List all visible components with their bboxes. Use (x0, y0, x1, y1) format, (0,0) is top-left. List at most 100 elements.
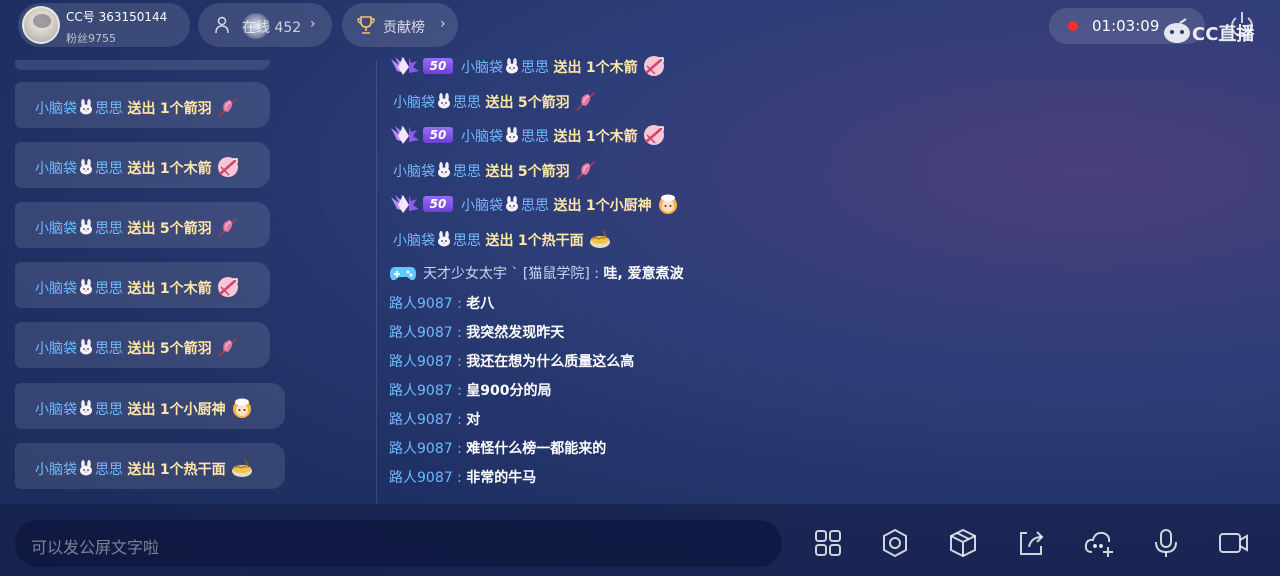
little-chef-gift-icon (230, 397, 254, 419)
bunny-icon (504, 58, 520, 74)
fans-count: 粉丝9755 (66, 32, 116, 45)
bunny-icon (436, 93, 452, 109)
sender-name-suffix: 思思 (453, 164, 481, 180)
arrow-feather-gift-icon (574, 159, 598, 181)
chat-gift-row: 小脑袋 思思 送出 5个箭羽 (393, 90, 598, 114)
chat-message-row: 路人9087 : 我还在想为什么质量这么高 (389, 351, 634, 375)
chat-message-row: 路人9087 : 老八 (389, 293, 494, 317)
sender-name: 小脑袋 (35, 281, 77, 297)
chat-username[interactable]: 路人9087 : (389, 354, 462, 370)
gift-action: 送出 (127, 101, 156, 117)
gift-action: 送出 (485, 95, 514, 111)
gift-action: 送出 (553, 60, 582, 76)
sender-name-suffix: 思思 (95, 462, 123, 478)
sender-name-suffix: 思思 (95, 101, 123, 117)
trophy-icon (357, 16, 375, 34)
gift-quantity: 1个木箭 (585, 129, 638, 145)
chat-message-row: 路人9087 : 皇900分的局 (389, 380, 551, 404)
hot-noodles-gift-icon (230, 457, 254, 479)
gift-action: 送出 (127, 341, 156, 357)
sender-name-suffix: 思思 (95, 281, 123, 297)
level-badge: 50 (389, 124, 453, 146)
arrow-feather-gift-icon (216, 96, 240, 118)
apps-icon[interactable] (812, 527, 844, 559)
live-timer: 01:03:09 (1092, 17, 1160, 35)
cloud-add-icon[interactable] (1083, 527, 1115, 559)
chat-username[interactable]: 路人9087 : (389, 470, 462, 486)
gift-feed-item: 小脑袋 思思 送出 1个热干面 (15, 443, 285, 489)
gift-feed-item: 小脑袋 思思 送出 1个木箭 (15, 142, 270, 188)
chat-username[interactable]: 路人9087 : (389, 296, 462, 312)
sender-name: 小脑袋 (35, 221, 77, 237)
host-avatar[interactable] (22, 6, 60, 44)
gift-quantity: 1个热干面 (159, 462, 226, 478)
sender-name-suffix: 思思 (453, 95, 481, 111)
sender-name: 小脑袋 (35, 161, 77, 177)
badge-level: 50 (423, 196, 453, 212)
bunny-icon (504, 196, 520, 212)
gift-quantity: 1个小厨神 (159, 402, 226, 418)
chat-message-text: 我突然发现昨天 (466, 325, 565, 341)
sender-name-suffix: 思思 (95, 221, 123, 237)
contribution-rank-pill[interactable]: 贡献榜 › (342, 3, 458, 47)
chat-system-row: 天才少女太宇 ` [猫鼠学院] : 哇, 爱意煮波 (389, 262, 684, 286)
gift-action: 送出 (485, 164, 514, 180)
settings-icon[interactable] (879, 527, 911, 559)
camera-icon[interactable] (1217, 527, 1249, 559)
chat-gift-row: 小脑袋 思思 送出 1个热干面 (393, 228, 612, 252)
wooden-arrow-gift-icon (642, 55, 666, 77)
bunny-icon (436, 231, 452, 247)
bunny-icon (504, 127, 520, 143)
host-info-pill[interactable]: CC号 363150144 粉丝9755 (18, 3, 190, 47)
gift-action: 送出 (127, 281, 156, 297)
mic-icon[interactable] (1150, 527, 1182, 559)
gift-quantity: 5个箭羽 (517, 164, 570, 180)
sender-name: 小脑袋 (393, 233, 435, 249)
share-icon[interactable] (1015, 527, 1047, 559)
system-message: 哇, 爱意煮波 (603, 266, 684, 282)
gift-action: 送出 (127, 462, 156, 478)
gift-action: 送出 (553, 198, 582, 214)
cc-id-label: CC号 363150144 (66, 10, 168, 24)
level-badge: 50 (389, 193, 453, 215)
gift-action: 送出 (553, 129, 582, 145)
bunny-icon (78, 219, 94, 235)
sender-name-suffix: 思思 (453, 233, 481, 249)
cc-logo-icon (1164, 18, 1190, 43)
viewer-count-pill[interactable]: 在线 452 › (198, 3, 332, 47)
system-user: 天才少女太宇 ` [猫鼠学院] : (423, 266, 599, 282)
chat-input[interactable]: 可以发公屏文字啦 (15, 520, 782, 567)
gift-feed-item: 小脑袋 思思 送出 1个木箭 (15, 262, 270, 308)
chat-username[interactable]: 路人9087 : (389, 441, 462, 457)
box-icon[interactable] (947, 527, 979, 559)
chat-gift-row: 50 小脑袋 思思 送出 1个木箭 (389, 124, 666, 148)
chat-message-row: 路人9087 : 我突然发现昨天 (389, 322, 564, 346)
power-icon[interactable] (1227, 9, 1257, 39)
chat-username[interactable]: 路人9087 : (389, 383, 462, 399)
chat-username[interactable]: 路人9087 : (389, 412, 462, 428)
chat-message-row: 路人9087 : 难怪什么榜一都能来的 (389, 438, 606, 462)
wooden-arrow-gift-icon (216, 276, 240, 298)
wooden-arrow-gift-icon (642, 124, 666, 146)
bunny-icon (78, 159, 94, 175)
gift-quantity: 5个箭羽 (159, 341, 212, 357)
chat-username[interactable]: 路人9087 : (389, 325, 462, 341)
sender-name: 小脑袋 (35, 101, 77, 117)
chat-message-row: 路人9087 : 非常的牛马 (389, 467, 536, 491)
bunny-icon (78, 99, 94, 115)
chat-message-text: 老八 (466, 296, 495, 312)
chat-panel: 50 小脑袋 思思 送出 1个木箭 小脑袋 思思 送出 5个箭羽 50 小脑袋 思思 送出 1… (376, 52, 1076, 504)
bunny-icon (78, 339, 94, 355)
gamepad-icon (390, 267, 416, 281)
chat-message-text: 我还在想为什么质量这么高 (466, 354, 635, 370)
gift-quantity: 1个木箭 (159, 281, 212, 297)
contribution-rank-label: 贡献榜 (383, 20, 425, 36)
gift-feed-item: 小脑袋 思思 送出 5个箭羽 (15, 322, 270, 368)
gift-quantity: 1个木箭 (585, 60, 638, 76)
sender-name: 小脑袋 (35, 341, 77, 357)
bunny-icon (436, 162, 452, 178)
arrow-feather-gift-icon (216, 336, 240, 358)
gift-feed-item: 小脑袋 思思 送出 5个箭羽 (15, 202, 270, 248)
gift-quantity: 5个箭羽 (517, 95, 570, 111)
hot-noodles-gift-icon (588, 228, 612, 250)
